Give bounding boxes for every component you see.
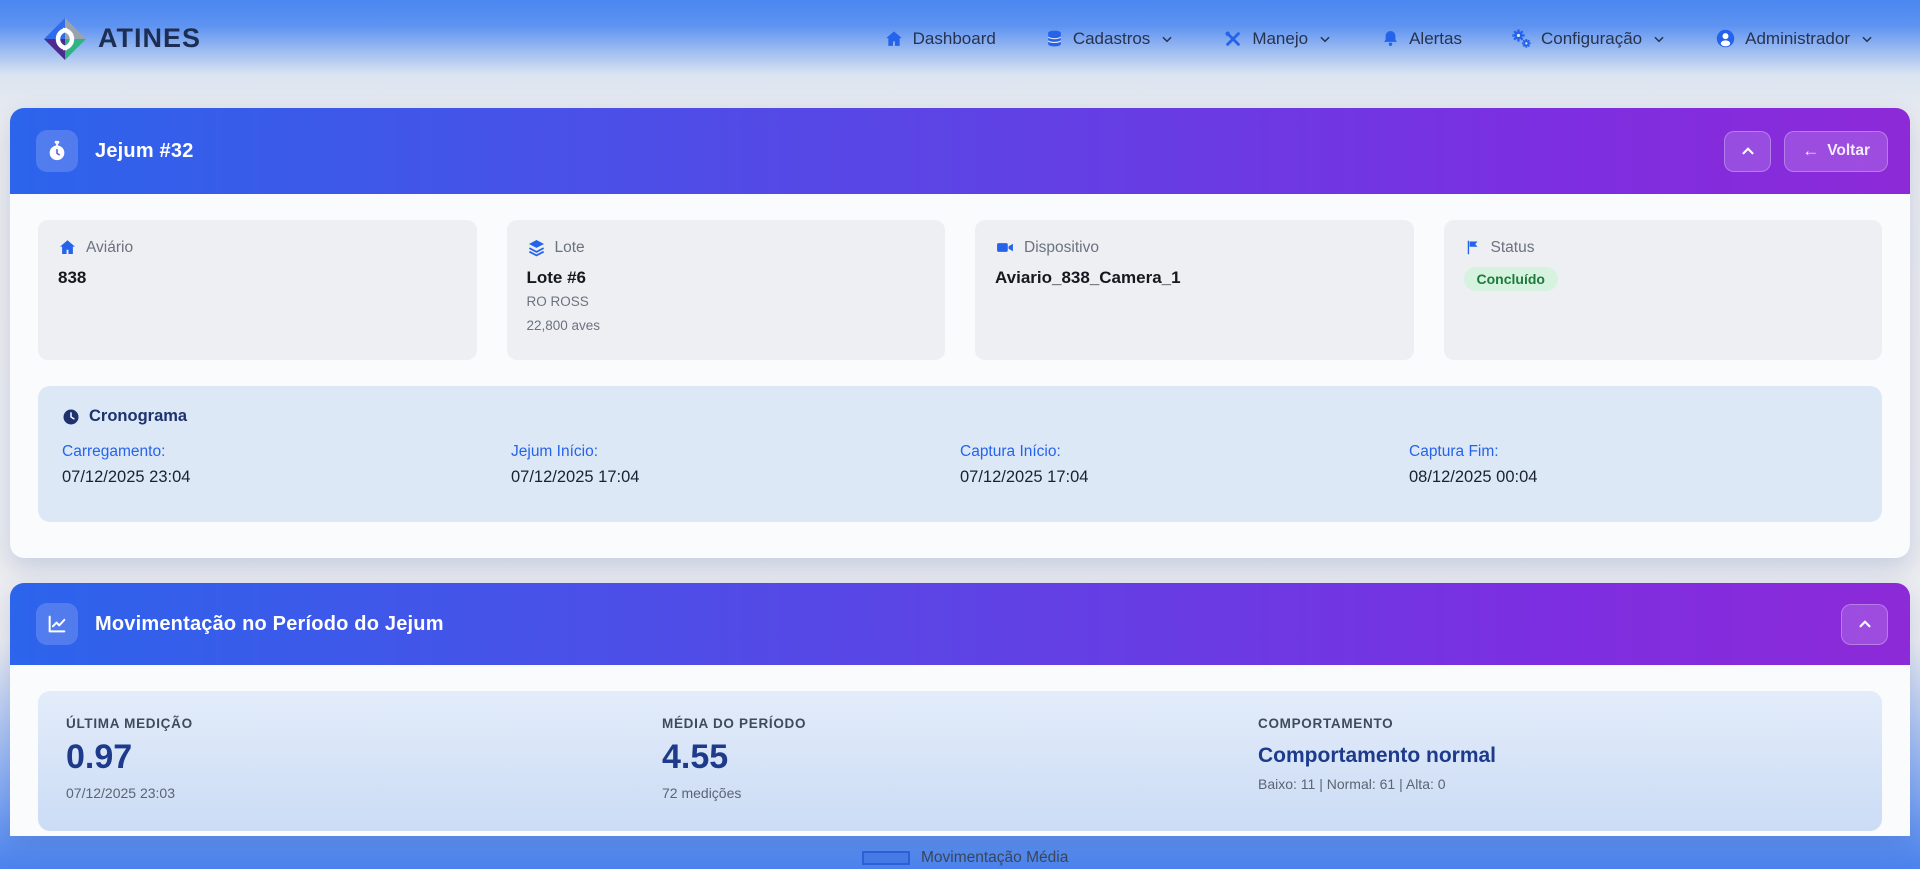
stat-value: 0.97 (66, 738, 662, 777)
tools-icon (1223, 29, 1243, 49)
legend-swatch (862, 851, 910, 865)
tile-dispositivo: Dispositivo Aviario_838_Camera_1 (975, 220, 1414, 360)
nav-menu: Dashboard Cadastros Manejo (884, 28, 1874, 49)
chart-line-icon (36, 603, 78, 645)
crono-value: 07/12/2025 23:04 (62, 468, 511, 487)
nav-label: Dashboard (913, 29, 996, 49)
movimentacao-collapse-button[interactable] (1841, 604, 1888, 645)
lote-value: Lote #6 (527, 268, 926, 288)
stat-sub: Baixo: 11 | Normal: 61 | Alta: 0 (1258, 776, 1854, 792)
top-navbar: ATINES Dashboard Cadastros (0, 0, 1920, 77)
lote-linhagem: RO ROSS (527, 292, 926, 312)
bell-icon (1381, 28, 1400, 49)
tile-status: Status Concluído (1444, 220, 1883, 360)
stat-label: ÚLTIMA MEDIÇÃO (66, 716, 662, 731)
status-badge: Concluído (1464, 267, 1558, 291)
stat-value: Comportamento normal (1258, 744, 1854, 768)
crono-entry: Captura Início: 07/12/2025 17:04 (960, 443, 1409, 487)
cronograma-panel: Cronograma Carregamento: 07/12/2025 23:0… (38, 386, 1882, 522)
jejum-card-body: Aviário 838 Lote Lote #6 RO ROSS (10, 194, 1910, 558)
voltar-button[interactable]: ← Voltar (1784, 131, 1888, 172)
nav-label: Administrador (1745, 29, 1850, 49)
arrow-left-icon: ← (1802, 141, 1819, 161)
home-icon (58, 238, 77, 257)
nav-label: Configuração (1541, 29, 1642, 49)
jejum-card-header: Jejum #32 ← Voltar (10, 108, 1910, 194)
nav-label: Alertas (1409, 29, 1462, 49)
chevron-down-icon (1160, 32, 1174, 46)
stat-ultima-medicao: ÚLTIMA MEDIÇÃO 0.97 07/12/2025 23:03 (66, 716, 662, 806)
stat-sub: 72 medições (662, 785, 1258, 801)
stats-banner: ÚLTIMA MEDIÇÃO 0.97 07/12/2025 23:03 MÉD… (38, 691, 1882, 831)
clock-icon (62, 408, 80, 426)
nav-item-manejo[interactable]: Manejo (1223, 29, 1332, 49)
dispositivo-value: Aviario_838_Camera_1 (995, 268, 1394, 288)
brand-name: ATINES (98, 23, 201, 54)
tile-label-text: Aviário (86, 239, 133, 257)
tile-aviario: Aviário 838 (38, 220, 477, 360)
gears-icon (1511, 28, 1532, 49)
crono-entry: Captura Fim: 08/12/2025 00:04 (1409, 443, 1858, 487)
layers-icon (527, 238, 546, 257)
tile-label-text: Lote (555, 239, 585, 257)
nav-item-configuracao[interactable]: Configuração (1511, 28, 1666, 49)
home-icon (884, 29, 904, 49)
crono-value: 08/12/2025 00:04 (1409, 468, 1858, 487)
nav-item-cadastros[interactable]: Cadastros (1045, 28, 1174, 49)
nav-label: Manejo (1252, 29, 1308, 49)
movimentacao-card-header: Movimentação no Período do Jejum (10, 583, 1910, 665)
crono-value: 07/12/2025 17:04 (511, 468, 960, 487)
user-circle-icon (1715, 28, 1736, 49)
crono-label: Carregamento: (62, 443, 511, 461)
stat-comportamento: COMPORTAMENTO Comportamento normal Baixo… (1258, 716, 1854, 806)
crono-label: Captura Fim: (1409, 443, 1858, 461)
video-camera-icon (995, 238, 1015, 257)
stat-value: 4.55 (662, 738, 1258, 777)
jejum-collapse-button[interactable] (1724, 131, 1771, 172)
brand-logo[interactable]: ATINES (42, 16, 201, 62)
tile-label-text: Status (1491, 239, 1535, 257)
lote-aves: 22,800 aves (527, 316, 926, 336)
crono-entry: Carregamento: 07/12/2025 23:04 (62, 443, 511, 487)
nav-item-alertas[interactable]: Alertas (1381, 28, 1462, 49)
jejum-card: Jejum #32 ← Voltar Aviário 838 (10, 108, 1910, 558)
cronograma-title: Cronograma (89, 407, 187, 426)
chevron-down-icon (1860, 32, 1874, 46)
chart-legend-item[interactable]: Movimentação Média (862, 849, 1068, 867)
nav-item-administrador[interactable]: Administrador (1715, 28, 1874, 49)
chevron-up-icon (1739, 142, 1757, 160)
database-icon (1045, 28, 1064, 49)
crono-value: 07/12/2025 17:04 (960, 468, 1409, 487)
info-tiles: Aviário 838 Lote Lote #6 RO ROSS (38, 220, 1882, 360)
tile-label-text: Dispositivo (1024, 239, 1099, 257)
legend-label: Movimentação Média (921, 849, 1068, 867)
chevron-down-icon (1318, 32, 1332, 46)
jejum-card-title: Jejum #32 (95, 140, 194, 163)
stat-label: MÉDIA DO PERÍODO (662, 716, 1258, 731)
stat-media-periodo: MÉDIA DO PERÍODO 4.55 72 medições (662, 716, 1258, 806)
nav-item-dashboard[interactable]: Dashboard (884, 29, 996, 49)
aviario-value: 838 (58, 268, 457, 288)
movimentacao-card-title: Movimentação no Período do Jejum (95, 613, 444, 636)
tile-lote: Lote Lote #6 RO ROSS 22,800 aves (507, 220, 946, 360)
crono-entry: Jejum Início: 07/12/2025 17:04 (511, 443, 960, 487)
stopwatch-icon (36, 130, 78, 172)
atines-logo-icon (42, 16, 88, 62)
movimentacao-card-body: ÚLTIMA MEDIÇÃO 0.97 07/12/2025 23:03 MÉD… (10, 665, 1910, 836)
movimentacao-card: Movimentação no Período do Jejum ÚLTIMA … (10, 583, 1910, 836)
chevron-up-icon (1856, 615, 1874, 633)
stat-sub: 07/12/2025 23:03 (66, 785, 662, 801)
flag-icon (1464, 238, 1482, 257)
stat-label: COMPORTAMENTO (1258, 716, 1854, 731)
chevron-down-icon (1652, 32, 1666, 46)
voltar-label: Voltar (1827, 142, 1870, 160)
nav-label: Cadastros (1073, 29, 1150, 49)
crono-label: Captura Início: (960, 443, 1409, 461)
crono-label: Jejum Início: (511, 443, 960, 461)
